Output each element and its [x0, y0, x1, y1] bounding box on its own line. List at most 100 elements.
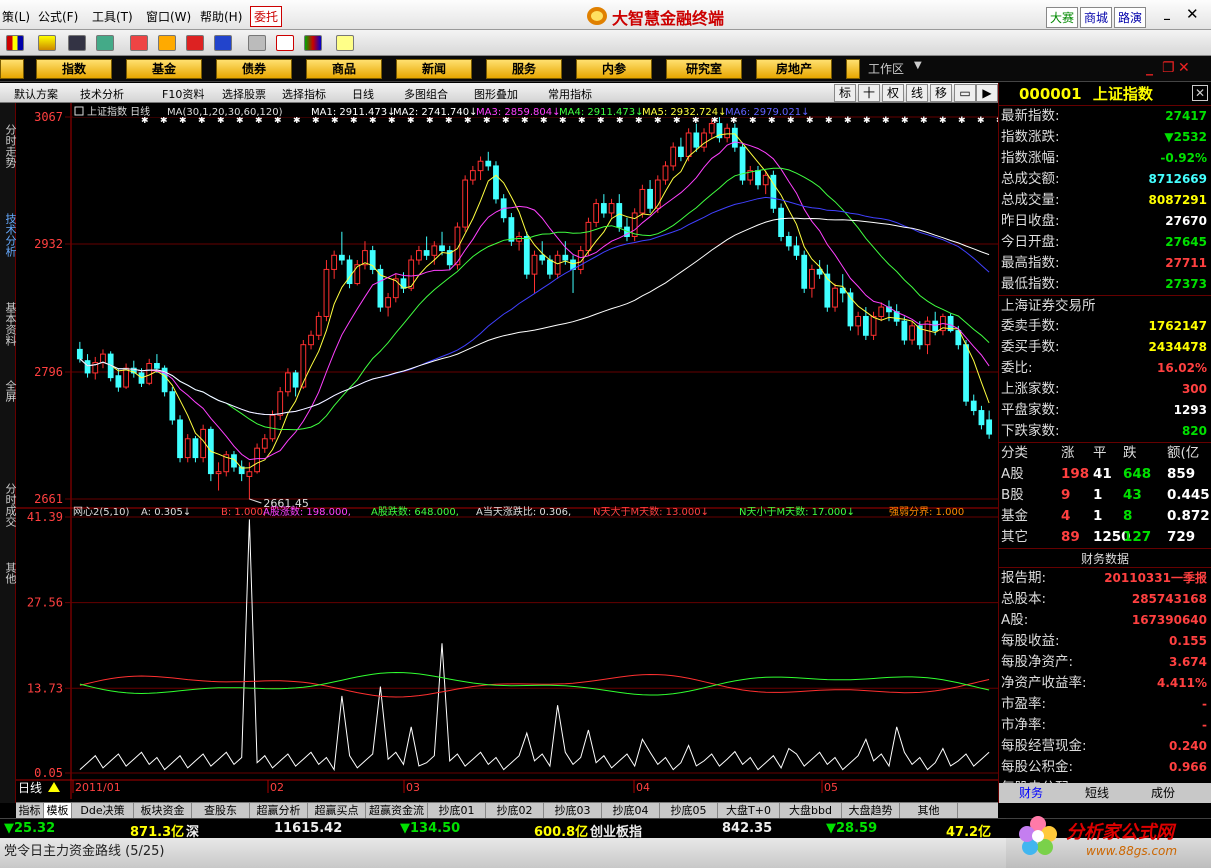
menu-tools[interactable]: 工具(T)	[92, 8, 133, 25]
menu-strategy[interactable]: 策(L)	[2, 8, 30, 25]
indicator-tab[interactable]: 模板	[44, 803, 72, 819]
next-button[interactable]: ▶	[976, 84, 998, 102]
tab-contest[interactable]: 大赛	[1046, 7, 1079, 28]
menu-window[interactable]: 窗口(W)	[146, 8, 191, 25]
period-menu[interactable]: 日线	[352, 86, 374, 102]
candle-body	[508, 217, 515, 242]
quote-value: 4.411%	[1157, 676, 1207, 690]
nav-service[interactable]: 服务	[486, 59, 562, 79]
indicator-tab[interactable]: 其他	[900, 803, 958, 819]
tab-other[interactable]: 其他	[0, 553, 17, 593]
printer-icon[interactable]	[248, 35, 266, 51]
indicator-tab[interactable]: 超赢买点	[308, 803, 366, 819]
overlay-menu[interactable]: 图形叠加	[474, 86, 518, 102]
indicator-tab[interactable]: 大盘bbd	[780, 803, 842, 819]
minimize-button[interactable]: _	[1164, 6, 1170, 20]
tab-shortline[interactable]: 短线	[1085, 784, 1109, 801]
indicator-tab[interactable]: 超赢资金流	[366, 803, 428, 819]
crosshair-button[interactable]: 十	[858, 84, 880, 102]
move-button[interactable]: 移	[930, 84, 952, 102]
indicator-tab[interactable]: 查股东	[192, 803, 250, 819]
table-header-cell: 跌	[1123, 445, 1137, 461]
tab-mall[interactable]: 商城	[1080, 7, 1113, 28]
stock-icon[interactable]	[130, 35, 148, 51]
rights-button[interactable]: 权	[882, 84, 904, 102]
window-button[interactable]: ▭	[954, 84, 976, 102]
nav-research[interactable]: 研究室	[666, 59, 742, 79]
menu-help[interactable]: 帮助(H)	[200, 8, 242, 25]
indicator-header-n_big: N天大于M天数: 13.000↓	[593, 505, 709, 518]
multi-chart-menu[interactable]: 多图组合	[404, 86, 448, 102]
select-indicator-menu[interactable]: 选择指标	[282, 86, 326, 102]
menu-formula[interactable]: 公式(F)	[38, 8, 78, 25]
ma-header-ma5: MA5: 2932.724↓	[642, 107, 726, 118]
bars-icon[interactable]	[304, 35, 322, 51]
close-window-button[interactable]: ✕	[1186, 5, 1199, 23]
trade-button[interactable]: 委托	[250, 6, 283, 27]
tab-components[interactable]: 成份	[1151, 784, 1175, 801]
circle-icon[interactable]	[186, 35, 204, 51]
common-indicator-menu[interactable]: 常用指标	[548, 86, 592, 102]
candle-body	[423, 250, 430, 256]
window-icon[interactable]	[276, 35, 294, 51]
indicator-tab[interactable]: 大盘趋势	[842, 803, 900, 819]
close-panel-icon[interactable]: ✕	[1192, 85, 1208, 101]
y-tick-label: 2932	[34, 237, 63, 251]
select-stock-menu[interactable]: 选择股票	[222, 86, 266, 102]
indicator-tab[interactable]: Dde决策	[72, 803, 134, 819]
workarea-dropdown-icon[interactable]: ▼	[914, 60, 922, 71]
indicator-tab[interactable]: 指标	[16, 803, 44, 819]
indicator-tab[interactable]: 大盘T+0	[718, 803, 780, 819]
alarm-icon[interactable]	[96, 35, 114, 51]
nav-insider[interactable]: 内参	[576, 59, 652, 79]
tab-technical[interactable]: 技术分析	[0, 193, 17, 277]
nav-fund[interactable]: 基金	[126, 59, 202, 79]
diamond-icon[interactable]	[158, 35, 176, 51]
flag-icon[interactable]	[6, 35, 24, 51]
quote-row: 委卖手数: 1762147	[999, 316, 1211, 337]
ma-header-ma1: MA1: 2911.473↓	[311, 107, 395, 118]
tab-intraday[interactable]: 分时走势	[0, 105, 17, 187]
tab-roadshow[interactable]: 路演	[1114, 7, 1147, 28]
maximize-icon[interactable]: ❐	[1162, 60, 1175, 76]
indicator-tab[interactable]: 抄底01	[428, 803, 486, 819]
tab-basic-info[interactable]: 基本资料	[0, 283, 17, 365]
scheme-select[interactable]: 默认方案	[14, 86, 58, 102]
indicator-tab[interactable]: 抄底03	[544, 803, 602, 819]
f10-menu[interactable]: F10资料	[162, 86, 204, 102]
main-chart[interactable]: 3067293227962661 2661.45✱ ✱ ✱ ✱ ✱ ✱ ✱ ✱ ✱ ✱ ✱ ✱ ✱ ✱ ✱ ✱ ✱…	[16, 103, 998, 803]
table-header-cell: 平	[1093, 445, 1107, 461]
table-row: A股 198 41 648 859	[999, 464, 1211, 485]
nav-realestate[interactable]: 房地产	[756, 59, 832, 79]
indicator-tab[interactable]: 抄底04	[602, 803, 660, 819]
indicator-tab[interactable]: 抄底05	[660, 803, 718, 819]
help-cursor-icon[interactable]	[336, 35, 354, 51]
candle-body	[855, 315, 862, 327]
tab-intraday-trades[interactable]: 分时成交	[0, 463, 17, 547]
quote-row: 指数涨幅: -0.92%	[999, 148, 1211, 169]
finance-rows: 报告期: 20110331一季报 总股本: 285743168 A股: 167390640…	[999, 568, 1211, 799]
tech-analysis-menu[interactable]: 技术分析	[80, 86, 124, 102]
nav-index[interactable]: 指数	[36, 59, 112, 79]
indicator-tab[interactable]: 板块资金	[134, 803, 192, 819]
tab-finance[interactable]: 财务	[1019, 784, 1043, 801]
workarea-label[interactable]: 工作区	[868, 60, 904, 77]
binoculars-icon[interactable]	[68, 35, 86, 51]
nav-commodity[interactable]: 商品	[306, 59, 382, 79]
candle-body	[809, 268, 815, 289]
close-icon[interactable]: ✕	[1178, 60, 1190, 76]
ma-header-ma6: MA6: 2979.021↓	[725, 107, 809, 118]
restore-icon[interactable]: _	[1146, 60, 1153, 76]
nav-bond[interactable]: 债券	[216, 59, 292, 79]
nav-news[interactable]: 新闻	[396, 59, 472, 79]
indicator-header-a: A: 0.305↓	[141, 507, 191, 518]
indicator-tab[interactable]: 超赢分析	[250, 803, 308, 819]
indicator-tab[interactable]: 抄底02	[486, 803, 544, 819]
tab-fullscreen[interactable]: 全屏	[0, 371, 17, 411]
blue-circle-icon[interactable]	[214, 35, 232, 51]
line-button[interactable]: 线	[906, 84, 928, 102]
finance-header: 财务数据	[999, 548, 1211, 568]
indicator-white-line	[79, 519, 990, 772]
mark-button[interactable]: 标	[834, 84, 856, 102]
grid-icon[interactable]	[38, 35, 56, 51]
